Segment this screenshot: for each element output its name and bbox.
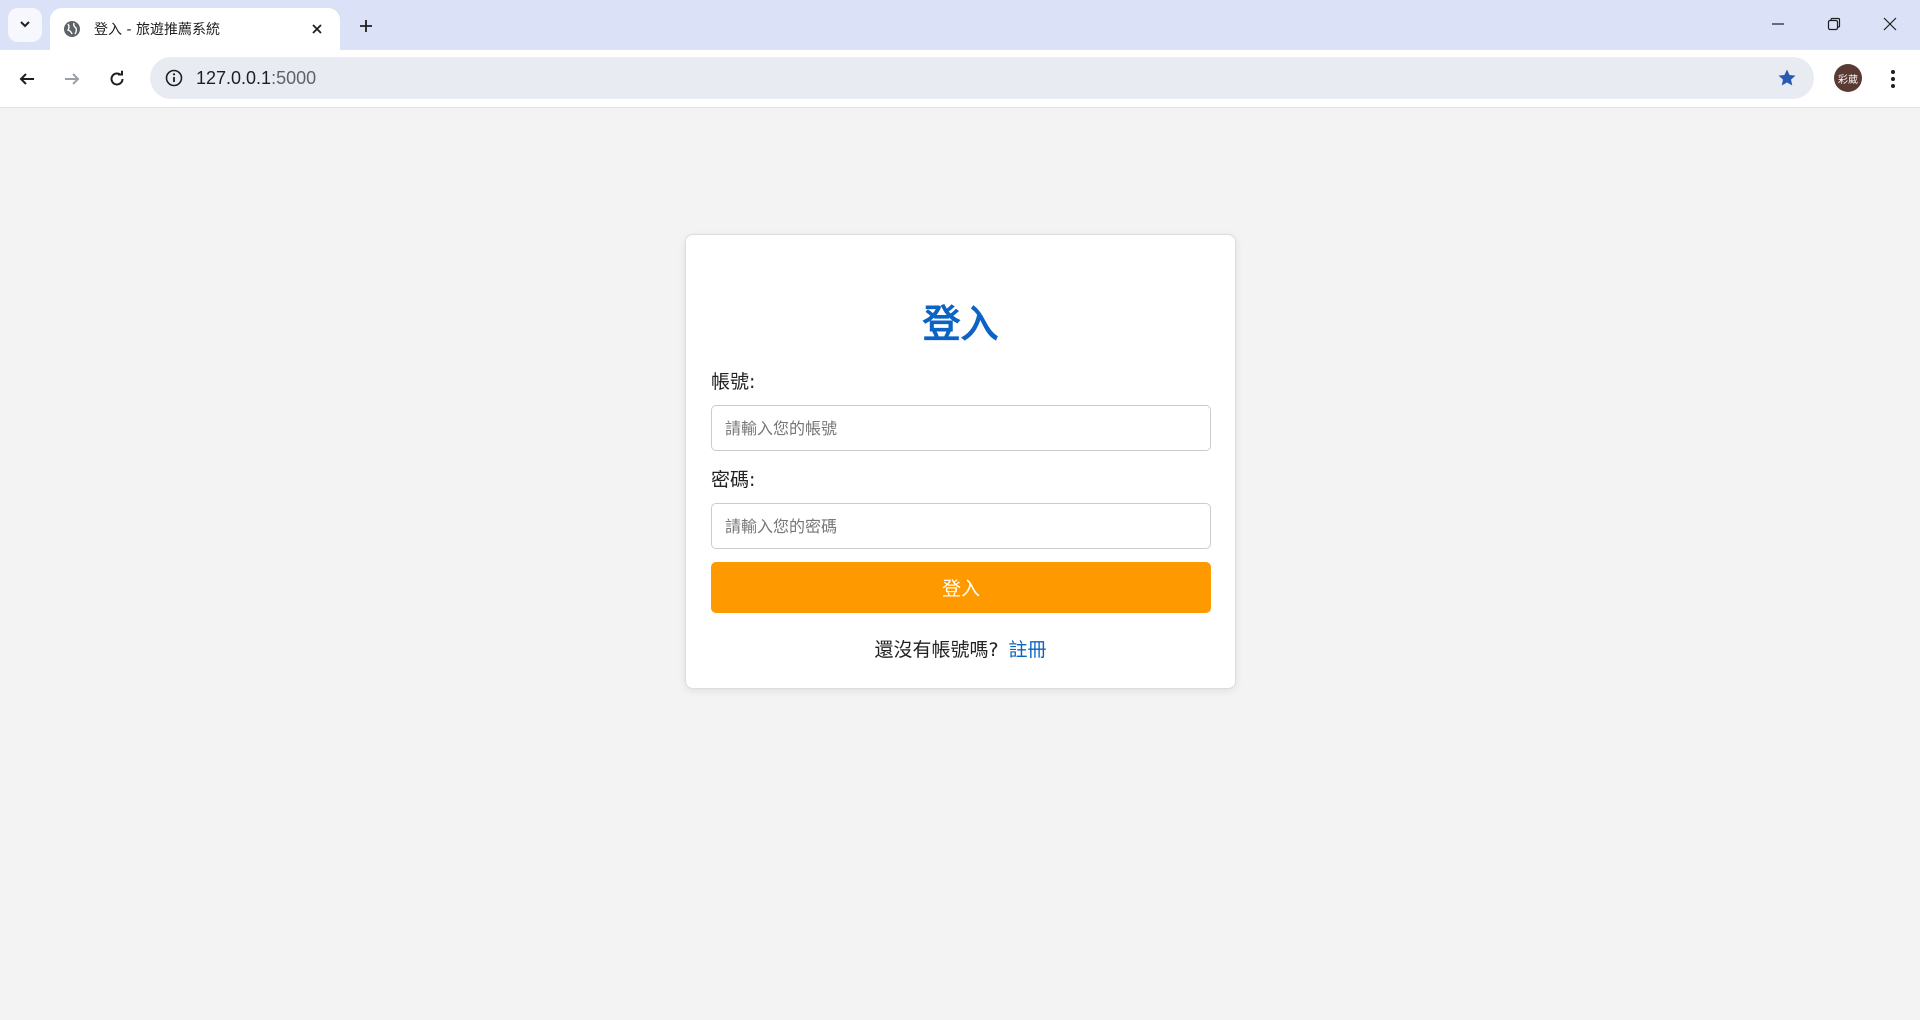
plus-icon (360, 20, 372, 32)
register-prompt-line: 還沒有帳號嗎? 註冊 (686, 635, 1235, 662)
login-button[interactable]: 登入 (711, 562, 1211, 613)
browser-tab-active[interactable]: 登入 - 旅遊推薦系統 (50, 8, 340, 50)
new-tab-button[interactable] (352, 12, 380, 40)
reload-icon (110, 70, 124, 86)
globe-icon (62, 19, 82, 39)
restore-icon (1827, 17, 1841, 31)
address-bar[interactable]: 127.0.0.1:5000 (150, 57, 1814, 99)
password-label: 密碼: (711, 469, 756, 491)
kebab-menu-icon (1891, 70, 1895, 88)
page-viewport: 登入 帳號: 密碼: 登入 還沒有帳號嗎? 註冊 (0, 109, 1920, 1020)
star-icon (1778, 69, 1796, 86)
info-icon[interactable] (160, 64, 188, 92)
minimize-window-button[interactable] (1750, 0, 1806, 48)
tab-close-button[interactable] (306, 18, 328, 40)
restore-window-button[interactable] (1806, 0, 1862, 48)
reload-button[interactable] (100, 62, 134, 96)
back-button[interactable] (10, 62, 44, 96)
username-label: 帳號: (711, 371, 756, 393)
url-port: :5000 (271, 68, 317, 88)
username-input[interactable] (711, 405, 1211, 451)
profile-avatar[interactable]: 彩葳 (1834, 64, 1862, 92)
tab-strip: 登入 - 旅遊推薦系統 (0, 0, 1920, 50)
chevron-down-icon (18, 16, 32, 35)
login-card: 登入 帳號: 密碼: 登入 還沒有帳號嗎? 註冊 (685, 234, 1236, 689)
arrow-right-icon (65, 73, 80, 85)
close-window-button[interactable] (1862, 0, 1918, 48)
tab-search-button[interactable] (8, 8, 42, 42)
bookmark-button[interactable] (1774, 65, 1800, 91)
page-title: 登入 (922, 302, 999, 346)
password-input[interactable] (711, 503, 1211, 549)
arrow-left-icon (19, 73, 34, 85)
browser-menu-button[interactable] (1878, 62, 1908, 96)
browser-toolbar: 127.0.0.1:5000 彩葳 (0, 50, 1920, 108)
tab-title: 登入 - 旅遊推薦系統 (94, 22, 220, 38)
url-text[interactable]: 127.0.0.1:5000 (196, 68, 316, 89)
close-icon (1883, 17, 1897, 31)
register-prompt: 還沒有帳號嗎? (874, 639, 999, 661)
close-icon (312, 24, 322, 34)
minimize-icon (1772, 23, 1784, 25)
url-host: 127.0.0.1 (196, 68, 272, 88)
forward-button[interactable] (55, 62, 89, 96)
register-link[interactable]: 註冊 (1009, 639, 1047, 661)
